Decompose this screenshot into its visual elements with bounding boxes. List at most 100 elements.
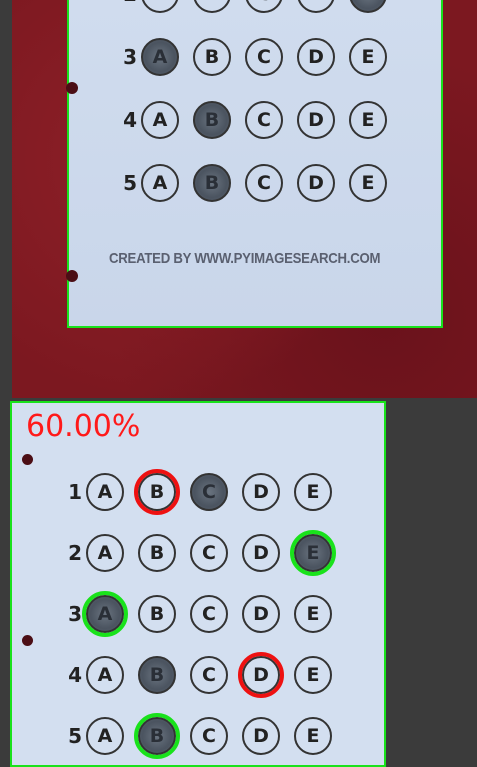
- answer-bubble-a: A: [86, 473, 124, 511]
- answer-bubble-b: B: [134, 469, 180, 515]
- answer-bubble-c: C: [245, 164, 283, 202]
- answer-bubble-d: D: [297, 101, 335, 139]
- answer-bubble-e: E: [294, 717, 332, 755]
- punch-hole: [22, 635, 33, 646]
- bubble-letter: E: [361, 172, 375, 194]
- bubble-letter: E: [306, 481, 320, 503]
- question-row: 4A B C D E: [119, 101, 401, 139]
- question-row: 4ABCDE: [64, 652, 346, 698]
- bubble-letter: A: [97, 481, 113, 503]
- question-row: 5A B C D E: [119, 164, 401, 202]
- bubble-letter: E: [362, 0, 375, 5]
- answer-bubble-a: A: [141, 101, 179, 139]
- bubble-letter: D: [253, 542, 269, 564]
- bubble-letter: A: [97, 542, 113, 564]
- answer-bubble-d: D: [242, 534, 280, 572]
- answer-bubble-a: A: [86, 534, 124, 572]
- bubble-letter: A: [152, 109, 168, 131]
- bubble-letter: A: [97, 664, 113, 686]
- bubble-letter: C: [257, 109, 271, 131]
- question-row: 5ABCDE: [64, 713, 346, 759]
- answer-bubble-e: E: [349, 38, 387, 76]
- question-number: 3: [68, 602, 82, 626]
- answer-bubble-e: E: [290, 530, 336, 576]
- answer-bubble-a: A: [86, 656, 124, 694]
- wrong-answer-circle: [238, 652, 284, 698]
- question-row: 2ABCDE: [119, 0, 401, 13]
- question-number: 3: [123, 45, 137, 69]
- answer-bubble-e: E: [349, 164, 387, 202]
- question-number: 5: [68, 724, 82, 748]
- correct-answer-circle: [82, 591, 128, 637]
- answer-bubble-e: E: [294, 595, 332, 633]
- answer-bubble-b: B: [193, 0, 231, 13]
- punch-hole: [22, 454, 33, 465]
- bubble-letter: C: [257, 0, 271, 5]
- bubble-letter: E: [361, 46, 375, 68]
- answer-bubble-d: D: [242, 717, 280, 755]
- bubble-letter: B: [204, 46, 220, 68]
- answer-bubble-c: C: [190, 473, 228, 511]
- bubble-letter: D: [308, 46, 324, 68]
- bubble-letter: C: [202, 542, 216, 564]
- answer-bubble-e: E: [349, 101, 387, 139]
- answer-bubble-d: D: [297, 0, 335, 13]
- bubble-letter: B: [204, 109, 220, 131]
- bubble-letter: D: [253, 481, 269, 503]
- answer-bubble-e: E: [294, 656, 332, 694]
- bubble-letter: E: [306, 725, 320, 747]
- bubble-letter: A: [152, 172, 168, 194]
- bubble-letter: B: [204, 172, 220, 194]
- answer-bubble-d: D: [238, 652, 284, 698]
- question-row: 3A B C D E: [119, 38, 401, 76]
- answer-bubble-c: C: [190, 595, 228, 633]
- answer-bubble-b: B: [193, 101, 231, 139]
- question-number: 5: [123, 171, 137, 195]
- bubble-letter: A: [152, 46, 168, 68]
- answer-bubble-a: A: [141, 0, 179, 13]
- question-number: 4: [123, 108, 137, 132]
- bubble-letter: E: [306, 664, 320, 686]
- bubble-letter: D: [308, 0, 324, 5]
- bubble-letter: C: [202, 481, 216, 503]
- answer-bubble-c: C: [190, 717, 228, 755]
- question-number: 2: [68, 541, 82, 565]
- bubble-letter: A: [153, 0, 168, 5]
- bubble-letter: C: [257, 46, 271, 68]
- credit-text: CREATED BY WWW.PYIMAGESEARCH.COM: [109, 250, 381, 267]
- bubble-letter: D: [253, 603, 269, 625]
- bubble-letter: A: [97, 725, 113, 747]
- answer-bubble-c: C: [245, 0, 283, 13]
- answer-bubble-c: C: [245, 101, 283, 139]
- answer-bubble-a: A: [82, 591, 128, 637]
- wrong-answer-circle: [134, 469, 180, 515]
- punch-hole: [66, 270, 78, 282]
- answer-bubble-d: D: [242, 595, 280, 633]
- question-row: 2A B C DE: [64, 530, 346, 576]
- score-text: 60.00%: [26, 409, 141, 444]
- answer-bubble-e: E: [349, 0, 387, 13]
- correct-answer-circle: [290, 530, 336, 576]
- answer-bubble-c: C: [190, 656, 228, 694]
- question-number: 4: [68, 663, 82, 687]
- answer-bubble-d: D: [297, 164, 335, 202]
- answer-bubble-b: B: [138, 534, 176, 572]
- answer-bubble-b: B: [193, 38, 231, 76]
- answer-bubble-b: B: [138, 595, 176, 633]
- answer-bubble-d: D: [297, 38, 335, 76]
- bubble-letter: C: [202, 725, 216, 747]
- bubble-letter: C: [257, 172, 271, 194]
- answer-bubble-a: A: [86, 717, 124, 755]
- bubble-letter: E: [361, 109, 375, 131]
- question-number: 1: [68, 480, 82, 504]
- question-row: 1ABC D E: [64, 469, 346, 515]
- bubble-letter: B: [149, 542, 165, 564]
- punch-hole: [66, 82, 78, 94]
- bubble-letter: D: [253, 725, 269, 747]
- answer-bubble-e: E: [294, 473, 332, 511]
- answer-bubble-a: A: [141, 38, 179, 76]
- bubble-letter: E: [306, 603, 320, 625]
- answer-bubble-c: C: [190, 534, 228, 572]
- bubble-letter: C: [202, 603, 216, 625]
- bubble-letter: D: [308, 172, 324, 194]
